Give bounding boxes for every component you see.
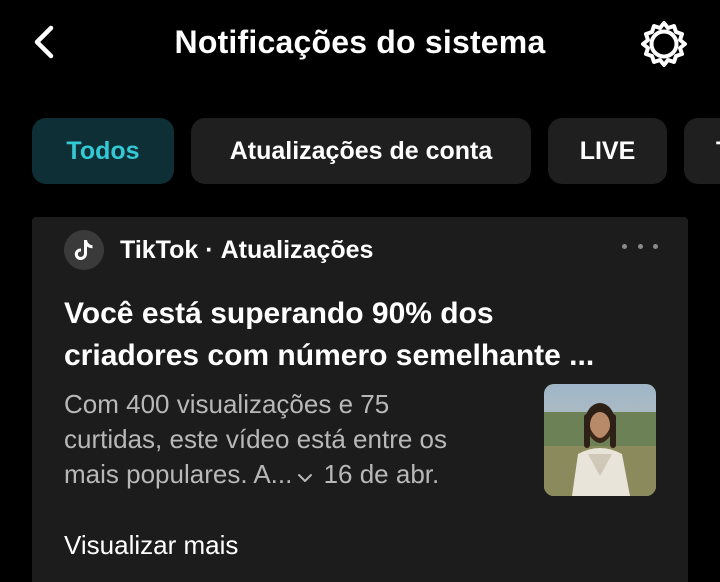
body-text: mais populares. A... <box>64 459 293 489</box>
body-line: curtidas, este vídeo está entre os <box>64 424 447 454</box>
body-line-last: mais populares. A... 16 de abr. <box>64 457 524 494</box>
tab-todos[interactable]: Todos <box>32 118 174 184</box>
tab-label: Todos <box>66 136 140 165</box>
tiktok-logo-icon <box>64 230 104 270</box>
notification-card[interactable]: TikTok · Atualizações Você está superand… <box>32 217 688 582</box>
view-more-link[interactable]: Visualizar mais <box>64 530 238 561</box>
tab-account-updates[interactable]: Atualizações de conta <box>191 118 531 184</box>
chevron-down-icon[interactable] <box>296 459 314 494</box>
title-line: criadores com número semelhante ... <box>64 339 595 372</box>
notification-body: Com 400 visualizações e 75 curtidas, est… <box>64 387 524 494</box>
filter-tabs: Todos Atualizações de conta LIVE T <box>32 118 720 184</box>
tab-label: T <box>716 137 720 166</box>
source-separator: · <box>205 235 214 264</box>
more-horizontal-icon-dot <box>653 243 658 249</box>
more-horizontal-icon <box>622 243 627 249</box>
source-category: Atualizações <box>220 235 374 264</box>
more-options-button[interactable] <box>622 235 658 257</box>
page-title: Notificações do sistema <box>174 24 546 60</box>
header: Notificações do sistema <box>0 0 720 90</box>
settings-button[interactable] <box>638 18 690 70</box>
tab-label: Atualizações de conta <box>229 136 493 165</box>
gear-icon <box>641 21 687 67</box>
notifications-screen: Notificações do sistema Todos Atualizaçõ… <box>0 0 720 582</box>
more-horizontal-icon-dot <box>637 243 643 249</box>
source-name: TikTok <box>120 235 199 264</box>
notification-title: Você está superando 90% dos criadores co… <box>64 293 664 377</box>
body-line: Com 400 visualizações e 75 <box>64 389 390 419</box>
title-line: Você está superando 90% dos <box>64 297 494 330</box>
notification-source: TikTok · Atualizações <box>64 229 373 271</box>
tab-label: LIVE <box>579 136 636 165</box>
tab-partial[interactable]: T <box>684 118 720 184</box>
notification-date: 16 de abr. <box>323 459 440 489</box>
video-thumbnail[interactable] <box>544 384 656 496</box>
tab-live[interactable]: LIVE <box>548 118 667 184</box>
